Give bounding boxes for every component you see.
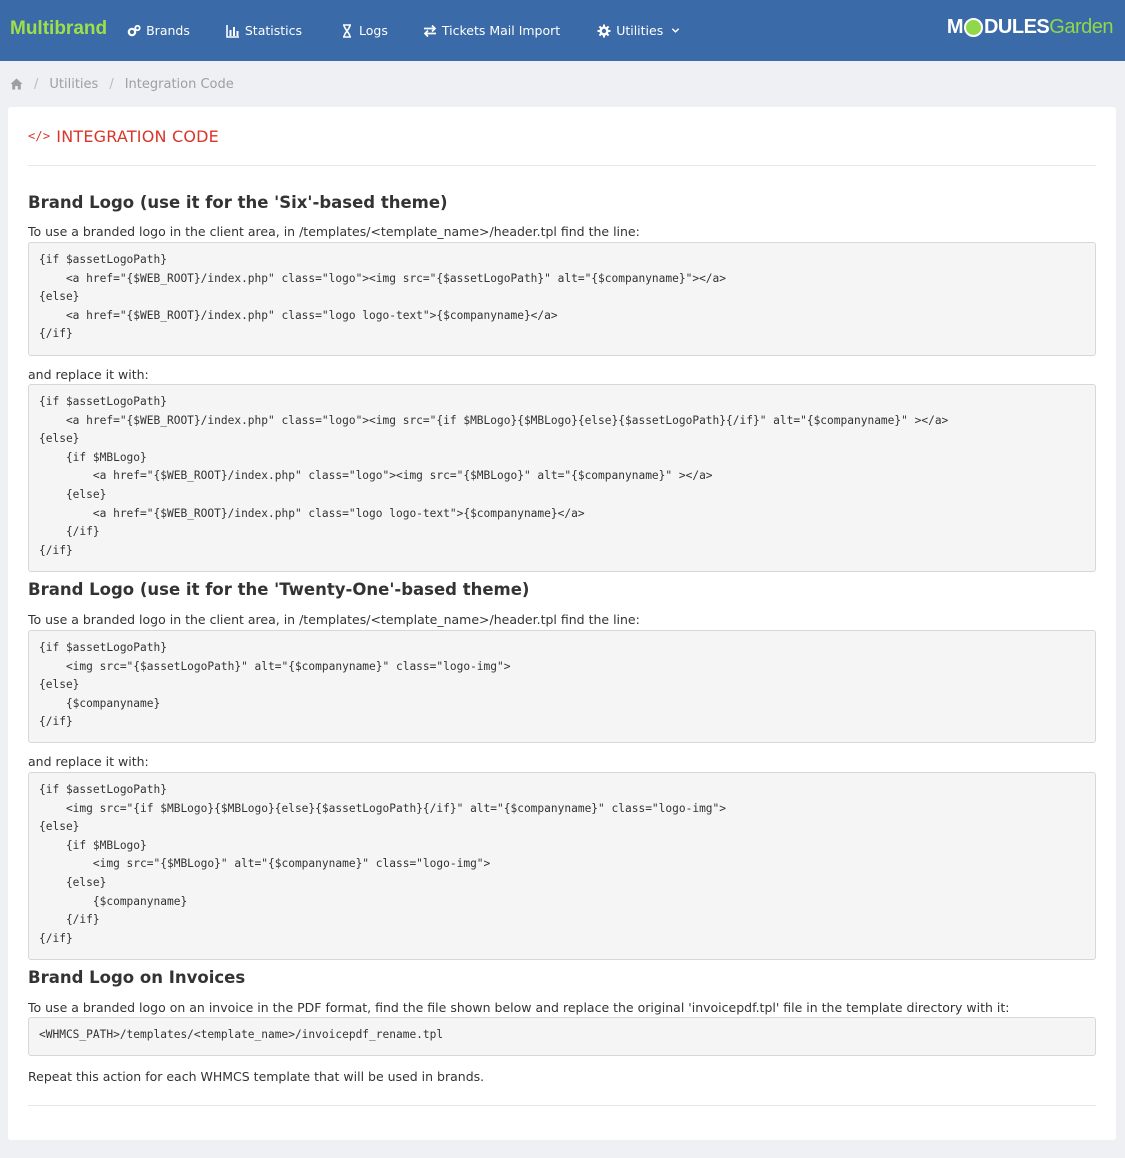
nav-tickets-label: Tickets Mail Import bbox=[441, 23, 561, 38]
modulesgarden-logo[interactable]: M DULES Garden bbox=[946, 16, 1114, 39]
twentyone-replace-code[interactable]: {if $assetLogoPath} <img src="{if $MBLog… bbox=[28, 772, 1096, 960]
globe-icon bbox=[963, 18, 983, 37]
nav-brands-label: Brands bbox=[146, 23, 190, 38]
twentyone-replace-text: and replace it with: bbox=[28, 754, 149, 769]
six-find-text: To use a branded logo in the client area… bbox=[28, 224, 640, 239]
main-nav: Brands Statistics Logs Tickets Mail Impo… bbox=[127, 0, 680, 61]
six-find-code[interactable]: {if $assetLogoPath} <a href="{$WEB_ROOT}… bbox=[28, 242, 1096, 356]
logo-text-m: M bbox=[946, 16, 964, 38]
top-navbar: Multibrand Brands Statistics Logs Ticket… bbox=[0, 0, 1125, 61]
gear-icon bbox=[597, 24, 611, 38]
app-brand[interactable]: Multibrand bbox=[10, 18, 107, 40]
section-heading-invoices: Brand Logo on Invoices bbox=[28, 968, 246, 987]
section-heading-six: Brand Logo (use it for the 'Six'-based t… bbox=[28, 193, 448, 212]
nav-utilities-dropdown[interactable]: Utilities bbox=[597, 0, 680, 61]
nav-utilities-label: Utilities bbox=[616, 23, 664, 38]
divider bbox=[28, 1105, 1096, 1106]
logo-text-dules: DULES bbox=[983, 16, 1050, 38]
nav-statistics[interactable]: Statistics bbox=[226, 0, 302, 61]
logo-text-garden: Garden bbox=[1049, 16, 1113, 38]
integration-code-panel: </> INTEGRATION CODE Brand Logo (use it … bbox=[8, 107, 1116, 1140]
section-heading-twentyone: Brand Logo (use it for the 'Twenty-One'-… bbox=[28, 580, 530, 599]
bar-chart-icon bbox=[226, 24, 240, 38]
invoices-text: To use a branded logo on an invoice in t… bbox=[28, 1000, 1010, 1015]
invoices-repeat-text: Repeat this action for each WHMCS templa… bbox=[28, 1069, 485, 1084]
breadcrumb-utilities[interactable]: Utilities bbox=[49, 77, 98, 92]
twentyone-find-text: To use a branded logo in the client area… bbox=[28, 612, 640, 627]
twentyone-find-code[interactable]: {if $assetLogoPath} <img src="{$assetLog… bbox=[28, 630, 1096, 743]
nav-brands[interactable]: Brands bbox=[127, 0, 190, 61]
breadcrumb-separator: / bbox=[34, 76, 39, 92]
code-icon: </> bbox=[28, 129, 51, 143]
nav-tickets-mail-import[interactable]: Tickets Mail Import bbox=[423, 0, 560, 61]
breadcrumb: / Utilities / Integration Code bbox=[0, 61, 1125, 107]
chevron-down-icon bbox=[672, 28, 680, 33]
breadcrumb-current: Integration Code bbox=[124, 76, 234, 92]
exchange-icon bbox=[423, 24, 437, 38]
nav-statistics-label: Statistics bbox=[244, 23, 303, 38]
hourglass-icon bbox=[340, 23, 354, 38]
panel-header: </> INTEGRATION CODE bbox=[28, 107, 1096, 166]
six-replace-text: and replace it with: bbox=[28, 367, 149, 382]
gears-icon bbox=[127, 24, 141, 38]
six-replace-code[interactable]: {if $assetLogoPath} <a href="{$WEB_ROOT}… bbox=[28, 384, 1096, 572]
nav-logs-label: Logs bbox=[359, 23, 388, 38]
invoices-code[interactable]: <WHMCS_PATH>/templates/<template_name>/i… bbox=[28, 1017, 1096, 1056]
nav-logs[interactable]: Logs bbox=[340, 0, 388, 61]
breadcrumb-separator: / bbox=[109, 76, 114, 92]
page-title: INTEGRATION CODE bbox=[56, 126, 219, 146]
home-icon[interactable] bbox=[10, 78, 23, 90]
